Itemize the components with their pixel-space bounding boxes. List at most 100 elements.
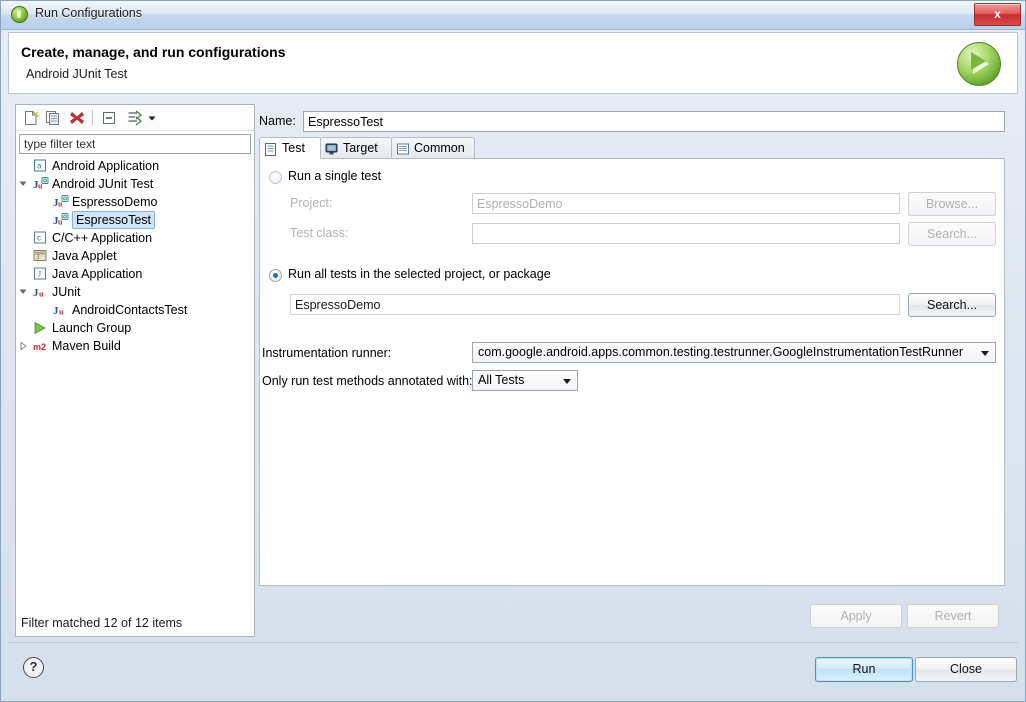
toolbar-separator [92, 110, 93, 126]
close-button[interactable]: Close [915, 657, 1017, 682]
android-junit-icon: Ju [33, 177, 49, 191]
java-applet-icon: J [33, 249, 49, 263]
configuration-name-input[interactable] [303, 111, 1005, 132]
tree-item-label: Java Applet [52, 249, 117, 263]
name-row: Name: [259, 111, 1005, 133]
collapse-twisty-icon[interactable] [17, 283, 29, 301]
revert-button[interactable]: Revert [907, 604, 999, 628]
search-test-class-button[interactable]: Search... [908, 222, 996, 246]
configurations-tree[interactable]: a Android Application Ju Android JUnit Test… [17, 157, 253, 612]
collapse-twisty-icon[interactable] [17, 175, 29, 193]
tab-label: Common [414, 141, 465, 155]
dialog-header: Create, manage, and run configurations A… [8, 32, 1018, 94]
svg-text:a: a [37, 162, 42, 171]
tree-item[interactable]: J Java Applet [17, 247, 253, 265]
svg-text:u: u [39, 290, 44, 299]
browse-button[interactable]: Browse... [908, 192, 996, 216]
tree-item[interactable]: Ju JUnit [17, 283, 253, 301]
tree-item-label: EspressoDemo [72, 195, 158, 209]
radio-run-single-test[interactable] [269, 171, 282, 184]
tree-item-label: Launch Group [52, 321, 132, 335]
tree-item[interactable]: Ju AndroidContactsTest [17, 301, 253, 319]
tree-item[interactable]: m2 Maven Build [17, 337, 253, 355]
tree-item-label: Java Application [52, 267, 143, 281]
tree-item-label: Android Application [52, 159, 160, 173]
annotation-filter-select[interactable]: All Tests [472, 370, 578, 391]
radio-run-single-test-label: Run a single test [288, 169, 382, 183]
tree-item-label: C/C++ Application [52, 231, 153, 245]
chevron-down-icon[interactable] [146, 109, 158, 127]
svg-text:J: J [38, 270, 41, 279]
page-subtitle: Android JUnit Test [26, 67, 128, 81]
svg-text:c: c [37, 234, 41, 243]
test-class-field[interactable] [472, 223, 900, 244]
test-tab-panel: Run a single test Project: Browse... Tes… [259, 158, 1005, 586]
apply-button[interactable]: Apply [810, 604, 902, 628]
tree-item[interactable]: Launch Group [17, 319, 253, 337]
chevron-down-icon [563, 379, 571, 384]
tree-item[interactable]: Ju EspressoDemo [17, 193, 253, 211]
radio-run-all-tests[interactable] [269, 269, 282, 282]
tree-item[interactable]: a Android Application [17, 157, 253, 175]
tab-common[interactable]: Common [391, 137, 475, 159]
tree-toolbar [16, 105, 254, 131]
annotation-filter-label: Only run test methods annotated with: [262, 374, 473, 388]
title-bar: Run Configurations x [1, 1, 1025, 30]
tree-item-label: AndroidContactsTest [72, 303, 188, 317]
svg-text:u: u [59, 308, 64, 317]
android-application-icon: a [33, 159, 49, 173]
chevron-down-icon [981, 351, 989, 356]
search-input[interactable] [19, 134, 251, 154]
instrumentation-runner-value: com.google.android.apps.common.testing.t… [478, 345, 964, 359]
duplicate-configuration-icon[interactable] [44, 109, 62, 127]
collapse-all-icon[interactable] [100, 109, 118, 127]
tree-item[interactable]: J Java Application [17, 265, 253, 283]
android-junit-icon: Ju [53, 213, 69, 227]
tree-item-label: JUnit [52, 285, 81, 299]
android-junit-icon: Ju [53, 195, 69, 209]
common-tab-icon [396, 142, 410, 155]
tree-item-label: Android JUnit Test [52, 177, 154, 191]
svg-text:J: J [37, 254, 40, 262]
name-label: Name: [259, 114, 296, 128]
junit-icon: Ju [53, 303, 69, 317]
new-launch-configuration-icon[interactable] [22, 109, 40, 127]
project-field[interactable] [472, 193, 900, 214]
java-application-icon: J [33, 267, 49, 281]
expand-twisty-icon[interactable] [17, 337, 29, 355]
junit-icon: Ju [33, 285, 49, 299]
help-question-icon[interactable]: ? [23, 657, 44, 678]
run-configurations-dialog: Run Configurations x Create, manage, and… [0, 0, 1026, 702]
c-application-icon: c [33, 231, 49, 245]
tab-label: Test [282, 141, 305, 155]
green-play-orb-icon [957, 42, 1001, 86]
project-label: Project: [290, 196, 333, 210]
project-package-field[interactable] [290, 294, 900, 315]
tree-item[interactable]: Ju EspressoTest [17, 211, 253, 229]
test-tab-icon [264, 142, 278, 156]
window-title: Run Configurations [35, 6, 143, 20]
tab-label: Target [343, 141, 378, 155]
tree-item-label: EspressoTest [72, 211, 156, 229]
svg-text:m2: m2 [33, 342, 46, 352]
tab-bar: Test Target Common [259, 137, 1005, 159]
run-button[interactable]: Run [815, 657, 913, 682]
tab-test[interactable]: Test [259, 137, 321, 159]
instrumentation-runner-select[interactable]: com.google.android.apps.common.testing.t… [472, 342, 996, 363]
instrumentation-runner-label: Instrumentation runner: [262, 346, 392, 360]
target-tab-icon [325, 142, 339, 155]
launch-group-icon [33, 321, 49, 335]
tab-target[interactable]: Target [320, 137, 392, 159]
tree-item[interactable]: c C/C++ Application [17, 229, 253, 247]
filter-configurations-icon[interactable] [126, 109, 144, 127]
search-project-button[interactable]: Search... [908, 293, 996, 317]
eclipse-run-icon [11, 6, 28, 23]
configurations-tree-panel: aAndroid ApplicationJuAndroid JUnit Test… [15, 104, 255, 637]
radio-run-all-tests-label: Run all tests in the selected project, o… [288, 267, 551, 281]
page-title: Create, manage, and run configurations [21, 44, 286, 60]
delete-configuration-icon[interactable] [68, 109, 86, 127]
test-class-label: Test class: [290, 226, 349, 240]
maven-build-icon: m2 [33, 339, 49, 353]
close-icon[interactable]: x [974, 3, 1021, 26]
tree-item[interactable]: Ju Android JUnit Test [17, 175, 253, 193]
